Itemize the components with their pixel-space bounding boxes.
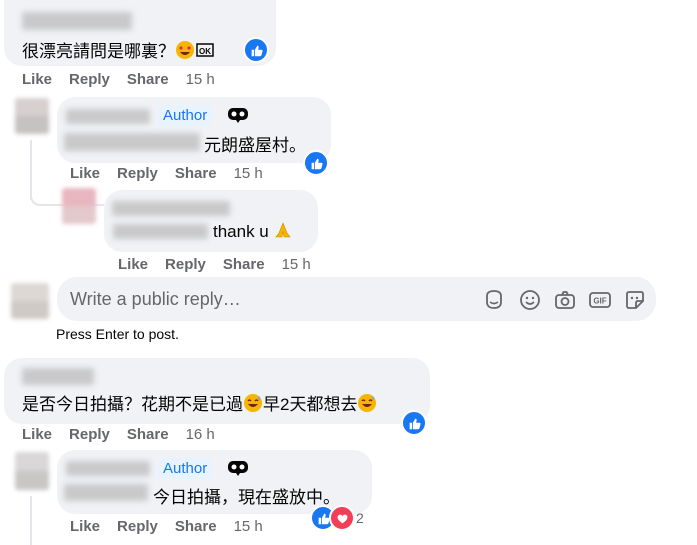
love-reaction-icon[interactable]: [329, 505, 355, 531]
top-fan-badge-icon[interactable]: [227, 107, 249, 128]
timestamp[interactable]: 16 h: [186, 426, 215, 443]
timestamp[interactable]: 15 h: [186, 71, 215, 88]
press-enter-hint: Press Enter to post.: [56, 326, 179, 342]
timestamp[interactable]: 15 h: [282, 256, 311, 273]
author-badge: Author: [158, 105, 213, 126]
comment-text-redacted: [113, 224, 208, 239]
comment-text: 很漂亮請問是哪裏？ OK: [22, 37, 215, 65]
author-badge: Author: [158, 458, 213, 479]
share-link[interactable]: Share: [175, 518, 217, 535]
top-fan-badge-icon[interactable]: [227, 460, 249, 481]
svg-text:GIF: GIF: [593, 297, 606, 306]
grinning-sweat-emoji-icon: [357, 393, 377, 418]
comment-actions: Like Reply Share 15 h: [70, 518, 280, 535]
like-reaction-icon[interactable]: [303, 150, 329, 176]
like-reaction-icon[interactable]: [243, 37, 269, 63]
comment-actions: Like Reply Share 16 h: [22, 426, 232, 443]
gif-icon[interactable]: GIF: [588, 288, 612, 312]
reply-link[interactable]: Reply: [69, 426, 110, 443]
like-link[interactable]: Like: [118, 256, 148, 273]
comment-text: 是否今日拍攝？花期不是已過 早2天都想去: [22, 390, 377, 418]
avatar[interactable]: [62, 188, 96, 224]
commenter-name-redacted: [22, 12, 132, 30]
ok-symbol-icon: OK: [195, 40, 215, 65]
share-link[interactable]: Share: [127, 426, 169, 443]
timestamp[interactable]: 15 h: [234, 165, 263, 182]
comment-text: thank u: [213, 221, 292, 244]
share-link[interactable]: Share: [175, 165, 217, 182]
reaction-count[interactable]: 2: [356, 510, 364, 526]
comment-text: 今日拍攝，現在盛放中。: [153, 488, 340, 507]
thread-line: [30, 496, 32, 545]
comment-text: 元朗盛屋村。: [204, 136, 306, 155]
comment-text-redacted: [64, 133, 200, 151]
folded-hands-emoji-icon: [274, 221, 292, 244]
avatar[interactable]: [15, 452, 49, 490]
like-reaction-icon[interactable]: [401, 410, 427, 436]
reply-input-placeholder[interactable]: Write a public reply…: [70, 289, 241, 310]
sticker-icon[interactable]: [623, 288, 647, 312]
like-link[interactable]: Like: [70, 518, 100, 535]
commenter-name-redacted: [66, 461, 150, 476]
like-link[interactable]: Like: [70, 165, 100, 182]
sticker-face-icon[interactable]: [482, 288, 506, 312]
reply-link[interactable]: Reply: [69, 71, 110, 88]
commenter-name-redacted: [66, 109, 150, 124]
reply-link[interactable]: Reply: [165, 256, 206, 273]
svg-text:OK: OK: [199, 47, 211, 56]
comment-actions: Like Reply Share 15 h: [22, 71, 232, 88]
avatar[interactable]: [15, 98, 49, 134]
comment-text-redacted: [64, 484, 148, 501]
emoji-smile-icon[interactable]: [518, 288, 542, 312]
comment-actions: Like Reply Share 15 h: [118, 256, 328, 273]
avatar[interactable]: [11, 283, 49, 319]
reply-link[interactable]: Reply: [117, 518, 158, 535]
comment-actions: Like Reply Share 15 h: [70, 165, 280, 182]
like-link[interactable]: Like: [22, 426, 52, 443]
timestamp[interactable]: 15 h: [234, 518, 263, 535]
heart-eyes-emoji-icon: [175, 40, 195, 65]
reply-link[interactable]: Reply: [117, 165, 158, 182]
share-link[interactable]: Share: [127, 71, 169, 88]
commenter-name-redacted: [112, 201, 230, 216]
commenter-name-redacted: [22, 368, 94, 385]
share-link[interactable]: Share: [223, 256, 265, 273]
camera-icon[interactable]: [553, 288, 577, 312]
like-link[interactable]: Like: [22, 71, 52, 88]
grinning-sweat-emoji-icon: [243, 393, 263, 418]
